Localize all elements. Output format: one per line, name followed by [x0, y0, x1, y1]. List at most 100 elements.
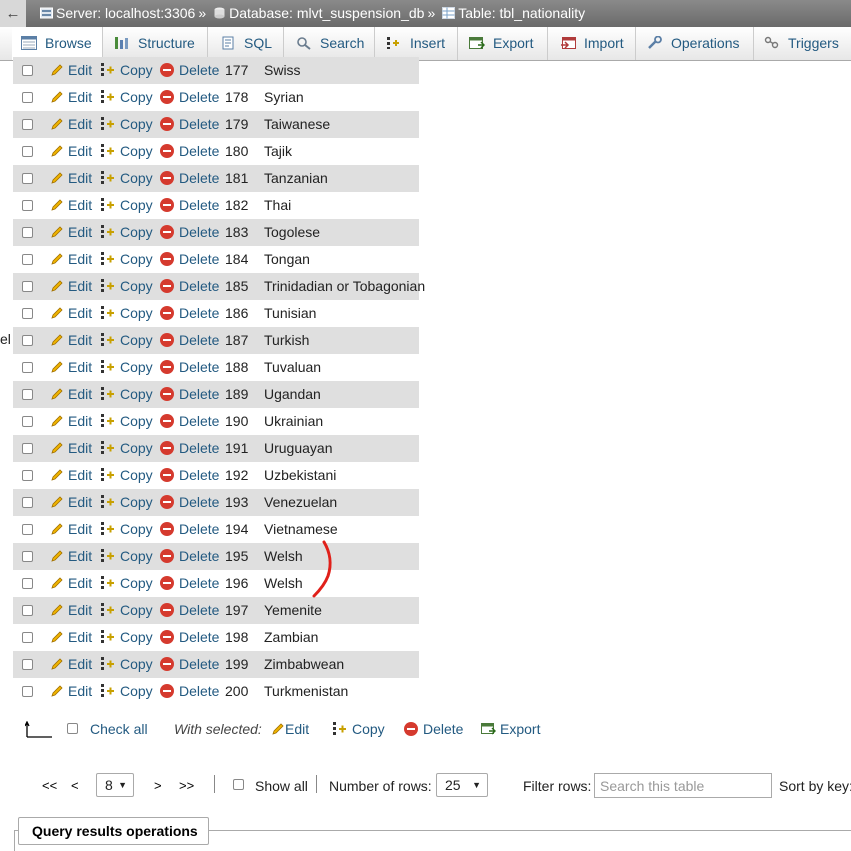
row-checkbox[interactable] — [22, 443, 33, 454]
breadcrumb-table[interactable]: Table: tbl_nationality — [458, 5, 585, 21]
row-delete-button[interactable]: Delete — [160, 246, 219, 272]
row-edit-button[interactable]: Edit — [50, 435, 92, 461]
row-delete-button[interactable]: Delete — [160, 354, 219, 380]
page-select[interactable]: 8 ▼ — [96, 773, 134, 797]
tab-structure[interactable]: Structure — [103, 27, 208, 60]
row-checkbox[interactable] — [22, 119, 33, 130]
row-checkbox[interactable] — [22, 524, 33, 535]
row-checkbox[interactable] — [22, 254, 33, 265]
row-delete-button[interactable]: Delete — [160, 165, 219, 191]
row-checkbox[interactable] — [22, 389, 33, 400]
row-copy-button[interactable]: Copy — [101, 246, 153, 272]
row-edit-button[interactable]: Edit — [50, 138, 92, 164]
row-delete-button[interactable]: Delete — [160, 300, 219, 326]
row-copy-button[interactable]: Copy — [101, 435, 153, 461]
row-delete-button[interactable]: Delete — [160, 678, 219, 704]
row-delete-button[interactable]: Delete — [160, 597, 219, 623]
tab-operations[interactable]: Operations — [636, 27, 754, 60]
tab-import[interactable]: Import — [548, 27, 636, 60]
tab-browse[interactable]: Browse — [12, 27, 103, 60]
row-copy-button[interactable]: Copy — [101, 462, 153, 488]
row-copy-button[interactable]: Copy — [101, 354, 153, 380]
row-delete-button[interactable]: Delete — [160, 84, 219, 110]
row-checkbox[interactable] — [22, 632, 33, 643]
row-checkbox[interactable] — [22, 335, 33, 346]
row-delete-button[interactable]: Delete — [160, 219, 219, 245]
row-copy-button[interactable]: Copy — [101, 408, 153, 434]
row-checkbox[interactable] — [22, 281, 33, 292]
check-all-checkbox[interactable] — [67, 723, 78, 734]
row-edit-button[interactable]: Edit — [50, 192, 92, 218]
row-delete-button[interactable]: Delete — [160, 111, 219, 137]
row-copy-button[interactable]: Copy — [101, 219, 153, 245]
row-copy-button[interactable]: Copy — [101, 165, 153, 191]
row-edit-button[interactable]: Edit — [50, 489, 92, 515]
row-checkbox[interactable] — [22, 416, 33, 427]
row-checkbox[interactable] — [22, 65, 33, 76]
last-page-button[interactable]: >> — [179, 778, 194, 793]
row-edit-button[interactable]: Edit — [50, 651, 92, 677]
row-checkbox[interactable] — [22, 362, 33, 373]
row-edit-button[interactable]: Edit — [50, 516, 92, 542]
row-checkbox[interactable] — [22, 146, 33, 157]
tab-export[interactable]: Export — [458, 27, 548, 60]
row-copy-button[interactable]: Copy — [101, 300, 153, 326]
row-edit-button[interactable]: Edit — [50, 273, 92, 299]
row-delete-button[interactable]: Delete — [160, 192, 219, 218]
breadcrumb-server[interactable]: Server: localhost:3306 — [56, 5, 195, 21]
row-delete-button[interactable]: Delete — [160, 570, 219, 596]
row-edit-button[interactable]: Edit — [50, 165, 92, 191]
back-arrow-button[interactable]: ← — [0, 0, 26, 27]
row-edit-button[interactable]: Edit — [50, 597, 92, 623]
filter-rows-input[interactable] — [594, 773, 772, 798]
show-all-checkbox[interactable] — [233, 779, 244, 790]
row-checkbox[interactable] — [22, 308, 33, 319]
next-page-button[interactable]: > — [154, 778, 162, 793]
row-edit-button[interactable]: Edit — [50, 246, 92, 272]
prev-page-button[interactable]: < — [71, 778, 79, 793]
bulk-copy-button[interactable]: Copy — [333, 721, 385, 737]
row-copy-button[interactable]: Copy — [101, 543, 153, 569]
row-copy-button[interactable]: Copy — [101, 516, 153, 542]
row-edit-button[interactable]: Edit — [50, 111, 92, 137]
row-checkbox[interactable] — [22, 173, 33, 184]
row-checkbox[interactable] — [22, 605, 33, 616]
row-copy-button[interactable]: Copy — [101, 489, 153, 515]
row-checkbox[interactable] — [22, 659, 33, 670]
row-copy-button[interactable]: Copy — [101, 111, 153, 137]
row-copy-button[interactable]: Copy — [101, 57, 153, 83]
row-edit-button[interactable]: Edit — [50, 543, 92, 569]
check-all-label[interactable]: Check all — [90, 721, 148, 737]
row-delete-button[interactable]: Delete — [160, 462, 219, 488]
row-delete-button[interactable]: Delete — [160, 516, 219, 542]
row-copy-button[interactable]: Copy — [101, 327, 153, 353]
row-edit-button[interactable]: Edit — [50, 381, 92, 407]
row-copy-button[interactable]: Copy — [101, 138, 153, 164]
row-delete-button[interactable]: Delete — [160, 273, 219, 299]
tab-insert[interactable]: Insert — [375, 27, 458, 60]
row-edit-button[interactable]: Edit — [50, 300, 92, 326]
row-delete-button[interactable]: Delete — [160, 57, 219, 83]
row-copy-button[interactable]: Copy — [101, 651, 153, 677]
row-delete-button[interactable]: Delete — [160, 651, 219, 677]
breadcrumb-database[interactable]: Database: mlvt_suspension_db — [229, 5, 424, 21]
row-edit-button[interactable]: Edit — [50, 678, 92, 704]
row-copy-button[interactable]: Copy — [101, 192, 153, 218]
row-checkbox[interactable] — [22, 470, 33, 481]
row-checkbox[interactable] — [22, 92, 33, 103]
row-delete-button[interactable]: Delete — [160, 408, 219, 434]
tab-search[interactable]: Search — [284, 27, 375, 60]
row-edit-button[interactable]: Edit — [50, 570, 92, 596]
row-copy-button[interactable]: Copy — [101, 381, 153, 407]
row-edit-button[interactable]: Edit — [50, 354, 92, 380]
row-copy-button[interactable]: Copy — [101, 273, 153, 299]
row-delete-button[interactable]: Delete — [160, 435, 219, 461]
tab-sql[interactable]: SQL — [208, 27, 284, 60]
row-edit-button[interactable]: Edit — [50, 462, 92, 488]
row-checkbox[interactable] — [22, 551, 33, 562]
row-delete-button[interactable]: Delete — [160, 381, 219, 407]
row-delete-button[interactable]: Delete — [160, 624, 219, 650]
rows-count-select[interactable]: 25 ▼ — [436, 773, 488, 797]
row-edit-button[interactable]: Edit — [50, 327, 92, 353]
row-copy-button[interactable]: Copy — [101, 624, 153, 650]
